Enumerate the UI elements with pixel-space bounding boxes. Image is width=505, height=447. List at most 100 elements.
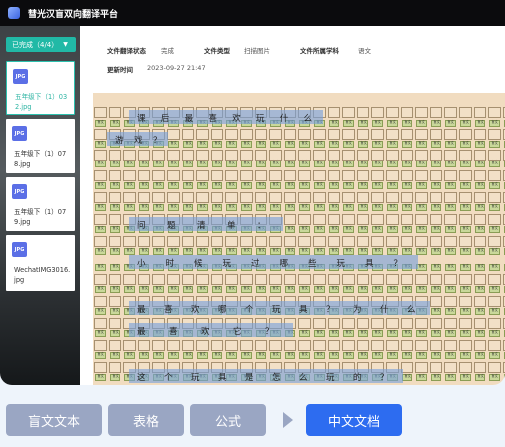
braille-label-text: 盲文 (418, 120, 426, 124)
braille-label-text: 盲文 (433, 286, 440, 290)
braille-label-text: 盲文 (447, 264, 455, 268)
translated-character: 喜 (164, 305, 173, 315)
braille-label-text: 盲文 (257, 248, 265, 252)
braille-label-cell: 盲文 (474, 330, 486, 337)
braille-cell (283, 129, 297, 140)
file-item[interactable]: JPG 五年级下（1）078.jpg (6, 119, 75, 173)
file-item[interactable]: JPG 五年级下（1）079.jpg (6, 177, 75, 231)
braille-cell (415, 236, 428, 247)
braille-label-cell: 盲文 (255, 160, 267, 167)
braille-cell (444, 170, 457, 181)
braille-label-cell: 盲文 (372, 248, 383, 255)
braille-label-text: 盲文 (214, 141, 221, 145)
braille-label-cell: 盲文 (489, 264, 500, 271)
braille-cell (94, 170, 107, 181)
braille-label-cell: 盲文 (357, 204, 369, 211)
braille-cell (167, 340, 180, 351)
braille-label-cell: 盲文 (197, 352, 208, 359)
braille-label-cell: 盲文 (372, 286, 383, 293)
braille-label-cell: 盲文 (460, 226, 471, 233)
braille-label-text: 盲文 (214, 352, 221, 356)
braille-label-cell: 盲文 (182, 352, 194, 359)
braille-cell (196, 340, 209, 351)
braille-label-text: 盲文 (491, 308, 499, 312)
braille-cell (415, 340, 428, 351)
braille-cell (371, 107, 384, 118)
braille-label-text: 盲文 (330, 286, 338, 290)
braille-label-cell: 盲文 (124, 248, 135, 255)
braille-label-cell: 盲文 (416, 204, 427, 211)
braille-label-text: 盲文 (345, 248, 353, 252)
braille-label-text: 盲文 (111, 374, 119, 378)
braille-label-cell: 盲文 (241, 182, 252, 189)
tab-table[interactable]: 表格 (108, 404, 184, 436)
braille-label-text: 盲文 (418, 182, 426, 186)
braille-label-cell: 盲文 (168, 248, 179, 255)
braille-label-text: 盲文 (360, 352, 367, 356)
braille-cell (283, 340, 297, 351)
braille-label-text: 盲文 (447, 248, 455, 252)
braille-cell (488, 362, 501, 373)
braille-label-cell: 盲文 (387, 141, 398, 148)
tab-formula[interactable]: 公式 (190, 404, 266, 436)
braille-cell (371, 170, 384, 181)
braille-label-text: 盲文 (301, 226, 309, 230)
braille-cell (429, 318, 443, 329)
braille-label-text: 盲文 (243, 204, 250, 208)
braille-label-cell: 盲文 (95, 286, 106, 293)
braille-label-text: 盲文 (243, 286, 250, 290)
braille-cell (94, 318, 107, 329)
braille-label-text: 盲文 (447, 330, 455, 334)
braille-label-cell: 盲文 (138, 160, 150, 167)
braille-cell (94, 150, 107, 161)
braille-label-cell: 盲文 (460, 264, 471, 271)
braille-cell (415, 129, 428, 140)
braille-label-cell: 盲文 (153, 248, 164, 255)
braille-cell (342, 150, 355, 161)
braille-cell (473, 274, 487, 285)
braille-label-text: 盲文 (476, 374, 484, 378)
braille-cell (210, 170, 224, 181)
translated-character: 具 (218, 373, 227, 383)
status-filter-dropdown[interactable]: 已完成（4/4） ▼ (6, 37, 76, 52)
braille-label-cell: 盲文 (430, 330, 442, 337)
braille-label-text: 盲文 (374, 204, 382, 208)
braille-label-text: 盲文 (184, 182, 192, 186)
braille-cell (152, 170, 165, 181)
braille-label-text: 盲文 (403, 248, 411, 252)
braille-cell (415, 362, 428, 373)
braille-label-cell: 盲文 (153, 160, 164, 167)
braille-label-cell: 盲文 (416, 374, 427, 381)
braille-label-text: 盲文 (272, 141, 280, 145)
braille-label-cell: 盲文 (284, 248, 296, 255)
braille-label-text: 盲文 (447, 141, 455, 145)
braille-cell (225, 129, 238, 140)
braille-cell (444, 214, 457, 225)
braille-label-text: 盲文 (447, 352, 455, 356)
braille-cell (137, 274, 151, 285)
tab-braille-text[interactable]: 盲文文本 (6, 404, 102, 436)
braille-label-cell: 盲文 (445, 226, 456, 233)
file-item[interactable]: JPG 五年级下（1）032.jpg (6, 61, 75, 115)
braille-label-text: 盲文 (403, 374, 411, 378)
braille-cell (181, 192, 195, 203)
braille-label-cell: 盲文 (314, 352, 325, 359)
braille-label-text: 盲文 (141, 204, 148, 208)
braille-label-text: 盲文 (214, 248, 221, 252)
braille-cell (181, 274, 195, 285)
translated-character: 为 (353, 305, 362, 315)
braille-cell (225, 274, 238, 285)
braille-label-text: 盲文 (257, 182, 265, 186)
translated-character: 欢 (232, 114, 241, 124)
braille-label-text: 盲文 (476, 352, 484, 356)
braille-label-cell: 盲文 (430, 204, 442, 211)
braille-label-cell: 盲文 (314, 286, 325, 293)
braille-label-text: 盲文 (345, 286, 353, 290)
braille-cell (429, 129, 443, 140)
braille-label-cell: 盲文 (95, 352, 106, 359)
file-item[interactable]: JPG WechatIMG3016.jpg (6, 235, 75, 291)
braille-label-cell: 盲文 (416, 160, 427, 167)
braille-cell (488, 107, 501, 118)
braille-label-cell: 盲文 (299, 204, 310, 211)
tab-chinese-document[interactable]: 中文文档 (306, 404, 402, 436)
